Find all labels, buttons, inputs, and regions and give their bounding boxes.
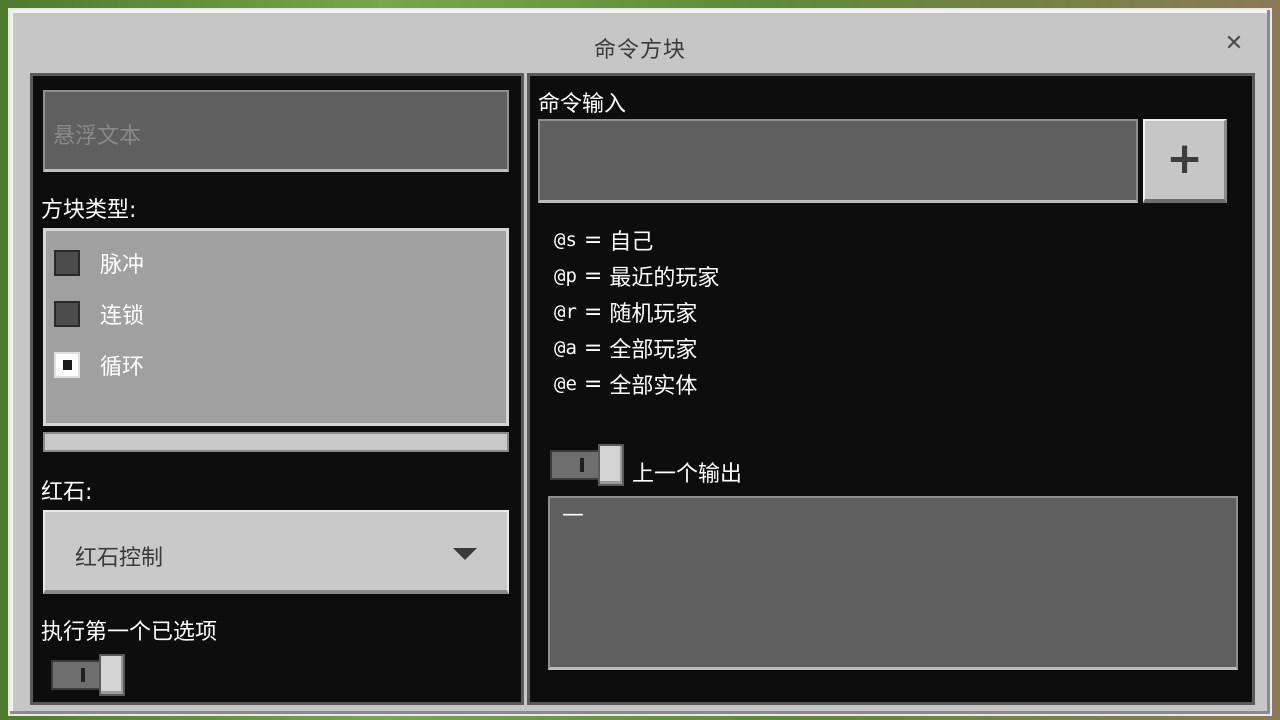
selector-equals: = xyxy=(576,335,610,361)
selector-equals: = xyxy=(576,227,610,253)
selector-code: @p xyxy=(554,265,577,287)
close-icon[interactable]: ✕ xyxy=(1222,32,1246,56)
dialog-title: 命令方块 xyxy=(593,38,686,63)
block-type-list: 脉冲 连锁 循环 xyxy=(43,228,509,426)
previous-output-toggle[interactable] xyxy=(550,444,626,488)
command-input-label: 命令输入 xyxy=(538,92,627,117)
selector-desc: 自己 xyxy=(609,230,654,255)
toggle-knob[interactable] xyxy=(99,654,125,696)
selector-help-item: @r = 随机玩家 xyxy=(554,294,719,330)
horizontal-scrollbar[interactable] xyxy=(43,432,509,452)
command-block-dialog: 命令方块 ✕ 悬浮文本 方块类型: 脉冲 连锁 循环 红石: 红石控制 执行第一… xyxy=(8,8,1272,716)
selector-code: @r xyxy=(554,301,577,323)
radio-box[interactable] xyxy=(54,250,80,276)
radio-box-selected[interactable] xyxy=(54,352,80,378)
redstone-dropdown-value: 红石控制 xyxy=(75,546,164,571)
selector-help-item: @s = 自己 xyxy=(554,222,719,258)
selector-desc: 最近的玩家 xyxy=(609,266,720,291)
selector-equals: = xyxy=(576,371,610,397)
execute-first-toggle[interactable] xyxy=(51,654,127,698)
chevron-down-icon xyxy=(453,548,477,560)
selector-help-list: @s = 自己 @p = 最近的玩家 @r = 随机玩家 @a = 全部玩家 @… xyxy=(554,222,719,402)
selector-desc: 全部实体 xyxy=(609,374,698,399)
previous-output-label: 上一个输出 xyxy=(632,462,743,487)
left-panel: 悬浮文本 方块类型: 脉冲 连锁 循环 红石: 红石控制 执行第一个已选项 xyxy=(30,73,524,705)
radio-label: 连锁 xyxy=(100,304,145,329)
execute-first-label: 执行第一个已选项 xyxy=(41,620,218,645)
selector-help-item: @e = 全部实体 xyxy=(554,366,719,402)
block-type-option-repeat[interactable]: 循环 xyxy=(54,349,144,381)
radio-label: 脉冲 xyxy=(100,253,145,278)
previous-output-text: — xyxy=(562,502,584,527)
selector-code: @e xyxy=(554,373,577,395)
command-input[interactable] xyxy=(538,119,1138,203)
redstone-label: 红石: xyxy=(41,480,93,505)
selector-desc: 全部玩家 xyxy=(609,338,698,363)
previous-output-box: — xyxy=(548,496,1238,670)
selector-equals: = xyxy=(576,263,610,289)
selector-help-item: @a = 全部玩家 xyxy=(554,330,719,366)
right-panel: 命令输入 + @s = 自己 @p = 最近的玩家 @r = 随机玩家 @a =… xyxy=(527,73,1255,705)
toggle-knob[interactable] xyxy=(598,444,624,486)
selector-equals: = xyxy=(576,299,610,325)
block-type-option-chain[interactable]: 连锁 xyxy=(54,298,144,330)
hover-text-input[interactable]: 悬浮文本 xyxy=(43,90,509,172)
selector-code: @s xyxy=(554,229,577,251)
selector-help-item: @p = 最近的玩家 xyxy=(554,258,719,294)
radio-label: 循环 xyxy=(100,355,145,380)
radio-box[interactable] xyxy=(54,301,80,327)
selector-code: @a xyxy=(554,337,577,359)
redstone-dropdown[interactable]: 红石控制 xyxy=(43,510,509,594)
block-type-label: 方块类型: xyxy=(41,198,137,223)
selector-desc: 随机玩家 xyxy=(609,302,698,327)
block-type-option-impulse[interactable]: 脉冲 xyxy=(54,247,144,279)
plus-icon[interactable]: + xyxy=(1143,119,1227,203)
